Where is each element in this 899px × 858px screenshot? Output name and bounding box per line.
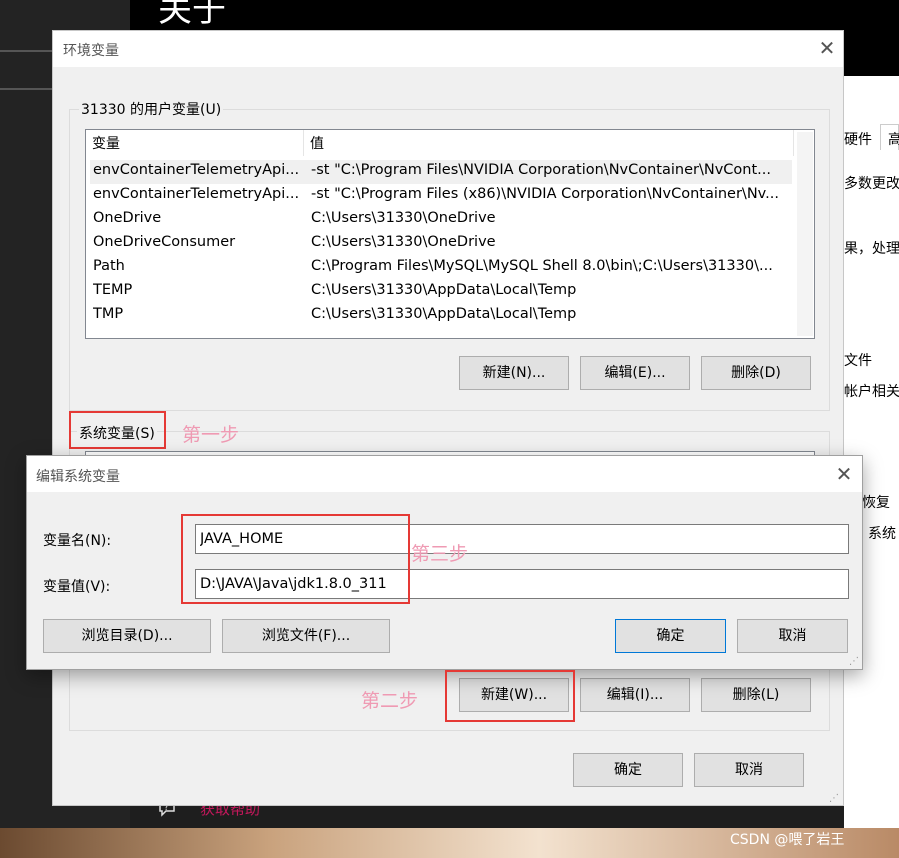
list-item[interactable]: Path C:\Program Files\MySQL\MySQL Shell …: [90, 256, 792, 280]
variable-name: OneDrive: [93, 210, 162, 226]
variable-value: -st "C:\Program Files\NVIDIA Corporation…: [311, 162, 771, 178]
list-item[interactable]: envContainerTelemetryApi... -st "C:\Prog…: [90, 160, 792, 184]
dialog-title: 编辑系统变量: [36, 469, 120, 485]
edit-cancel-button[interactable]: 取消: [737, 619, 848, 653]
background-text: 多数更改: [844, 176, 899, 192]
user-edit-button[interactable]: 编辑(E)...: [580, 356, 690, 390]
variable-name: envContainerTelemetryApi...: [93, 162, 300, 178]
highlight-box-step1: [69, 411, 166, 449]
background-text: 恢复: [862, 495, 890, 511]
watermark: CSDN @喂了岩王: [730, 832, 845, 848]
list-item[interactable]: OneDrive C:\Users\31330\OneDrive: [90, 208, 792, 232]
close-icon[interactable]: ✕: [815, 36, 839, 60]
highlight-box-step2: [445, 670, 575, 722]
close-icon[interactable]: ✕: [832, 462, 856, 486]
variable-value: C:\Program Files\MySQL\MySQL Shell 8.0\b…: [311, 258, 773, 274]
cancel-button[interactable]: 取消: [694, 753, 804, 787]
background-text: 系统: [868, 526, 896, 542]
list-item[interactable]: OneDriveConsumer C:\Users\31330\OneDrive: [90, 232, 792, 256]
ok-button[interactable]: 确定: [573, 753, 683, 787]
variable-value: C:\Users\31330\OneDrive: [311, 210, 496, 226]
browse-directory-button[interactable]: 浏览目录(D)...: [43, 619, 211, 653]
background-tab-label: 高: [888, 132, 899, 148]
list-item[interactable]: TEMP C:\Users\31330\AppData\Local\Temp: [90, 280, 792, 304]
list-item[interactable]: envContainerTelemetryApi... -st "C:\Prog…: [90, 184, 792, 208]
variable-name: TEMP: [93, 282, 133, 298]
user-new-button[interactable]: 新建(N)...: [459, 356, 569, 390]
variable-value: C:\Users\31330\OneDrive: [311, 234, 496, 250]
scrollbar[interactable]: [797, 132, 813, 336]
edit-ok-button[interactable]: 确定: [615, 619, 726, 653]
divider: [0, 50, 52, 52]
variable-value: C:\Users\31330\AppData\Local\Temp: [311, 306, 577, 322]
column-header-variable[interactable]: 变量: [86, 130, 304, 156]
column-header-value[interactable]: 值: [304, 130, 794, 156]
step3-annotation: 第三步: [411, 543, 469, 565]
background-text: 帐户相关: [844, 384, 899, 400]
variable-name: envContainerTelemetryApi...: [93, 186, 300, 202]
variable-name-label: 变量名(N):: [43, 533, 112, 549]
divider: [0, 88, 52, 90]
background-tab-label: 硬件: [844, 132, 872, 148]
resize-grip-icon[interactable]: ⋰: [829, 793, 839, 804]
background-page-title: 关于: [158, 0, 226, 30]
background-text: 果，处理: [844, 241, 899, 257]
background-text: 文件: [844, 353, 872, 369]
variable-name: OneDriveConsumer: [93, 234, 236, 250]
variable-value: -st "C:\Program Files (x86)\NVIDIA Corpo…: [311, 186, 779, 202]
variable-value: C:\Users\31330\AppData\Local\Temp: [311, 282, 577, 298]
system-delete-button[interactable]: 删除(L): [701, 678, 811, 712]
user-variables-list[interactable]: 变量 值 envContainerTelemetryApi... -st "C:…: [85, 129, 815, 339]
list-item[interactable]: TMP C:\Users\31330\AppData\Local\Temp: [90, 304, 792, 328]
step1-annotation: 第一步: [182, 424, 240, 446]
browse-file-button[interactable]: 浏览文件(F)...: [222, 619, 390, 653]
variable-name: TMP: [93, 306, 124, 322]
title-bar: 编辑系统变量 ✕: [27, 456, 862, 492]
system-edit-button[interactable]: 编辑(I)...: [580, 678, 690, 712]
variable-value-label: 变量值(V):: [43, 579, 111, 595]
user-variables-label: 31330 的用户变量(U): [79, 99, 224, 119]
dialog-title: 环境变量: [63, 43, 119, 59]
user-delete-button[interactable]: 删除(D): [701, 356, 811, 390]
variable-name: Path: [93, 258, 125, 274]
highlight-box-step3: [181, 514, 410, 604]
resize-grip-icon[interactable]: ⋰: [849, 656, 861, 668]
step2-annotation: 第二步: [361, 690, 419, 712]
title-bar: 环境变量 ✕: [53, 31, 843, 67]
